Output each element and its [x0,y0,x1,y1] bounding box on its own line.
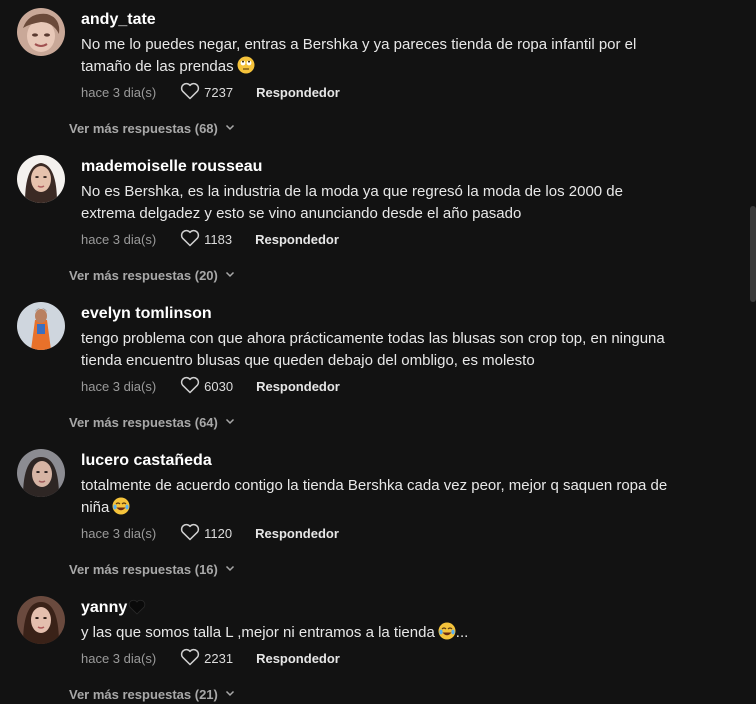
comment-timestamp: hace 3 dia(s) [81,231,157,247]
face-with-rolling-eyes-icon [237,56,255,81]
view-more-replies-button[interactable]: Ver más respuestas (64) [69,415,236,430]
face-with-tears-of-joy-icon [112,497,130,522]
heart-icon [180,229,204,250]
view-more-replies-label: Ver más respuestas (21) [69,687,218,702]
comment-meta: hace 3 dia(s) 1183 Respondedor [81,228,339,250]
chevron-down-icon [218,687,236,702]
chevron-down-icon [218,121,236,136]
reply-button[interactable]: Respondedor [256,651,340,666]
comment-text-ellipsis: ... [455,624,469,641]
comment-username[interactable]: evelyn tomlinson [81,305,212,323]
like-button[interactable]: 6030 [180,376,233,397]
comment-username-text: yanny [81,599,128,616]
like-button[interactable]: 2231 [180,648,233,669]
like-count: 6030 [204,378,234,394]
comment-text: No es Bershka, es la industria de la mod… [81,183,623,222]
comment-text: totalmente de acuerdo contigo la tienda … [81,475,681,522]
comment-text-body: No me lo puedes negar, entras a Bershka … [81,36,637,75]
comment-text-body: y las que somos talla L ,mejor ni entram… [81,624,435,641]
comment-meta: hace 3 dia(s) 1120 Respondedor [81,522,339,544]
like-button[interactable]: 1183 [180,229,232,250]
view-more-replies-label: Ver más respuestas (68) [69,121,218,136]
comment-meta: hace 3 dia(s) 7237 Respondedor [81,81,340,103]
heart-icon [180,376,204,397]
heart-icon [180,523,204,544]
comment-username[interactable]: mademoiselle rousseau [81,158,262,176]
comment-text: tengo problema con que ahora prácticamen… [81,330,665,369]
view-more-replies-label: Ver más respuestas (64) [69,415,218,430]
black-heart-icon [128,599,146,620]
comment-timestamp: hace 3 dia(s) [81,84,157,100]
heart-icon [180,82,204,103]
avatar[interactable] [17,8,65,56]
view-more-replies-button[interactable]: Ver más respuestas (16) [69,562,236,577]
view-more-replies-button[interactable]: Ver más respuestas (20) [69,268,236,283]
comment-meta: hace 3 dia(s) 2231 Respondedor [81,647,340,669]
chevron-down-icon [218,415,236,430]
like-button[interactable]: 7237 [180,82,233,103]
comment-timestamp: hace 3 dia(s) [81,525,157,541]
comment-username[interactable]: yanny [81,599,146,620]
view-more-replies-label: Ver más respuestas (20) [69,268,218,283]
comment-username[interactable]: andy_tate [81,11,156,29]
view-more-replies-button[interactable]: Ver más respuestas (21) [69,687,236,702]
view-more-replies-label: Ver más respuestas (16) [69,562,218,577]
reply-button[interactable]: Respondedor [256,379,340,394]
reply-button[interactable]: Respondedor [255,526,339,541]
scrollbar[interactable] [750,206,756,302]
comment-text: No me lo puedes negar, entras a Bershka … [81,34,681,81]
comment-text-body: totalmente de acuerdo contigo la tienda … [81,477,668,516]
avatar[interactable] [17,302,65,350]
reply-button[interactable]: Respondedor [255,232,339,247]
avatar[interactable] [17,449,65,497]
view-more-replies-button[interactable]: Ver más respuestas (68) [69,121,236,136]
like-count: 2231 [204,650,234,666]
like-button[interactable]: 1120 [180,523,232,544]
comment-timestamp: hace 3 dia(s) [81,378,157,394]
chevron-down-icon [218,268,236,283]
comment-text: y las que somos talla L ,mejor ni entram… [81,622,681,647]
like-count: 1120 [204,525,233,541]
comment-username[interactable]: lucero castañeda [81,452,212,470]
like-count: 1183 [204,231,233,247]
reply-button[interactable]: Respondedor [256,85,340,100]
like-count: 7237 [204,84,234,100]
chevron-down-icon [218,562,236,577]
comment-meta: hace 3 dia(s) 6030 Respondedor [81,375,340,397]
avatar[interactable] [17,155,65,203]
avatar[interactable] [17,596,65,644]
face-with-tears-of-joy-icon [438,622,456,647]
comment-timestamp: hace 3 dia(s) [81,650,157,666]
heart-icon [180,648,204,669]
